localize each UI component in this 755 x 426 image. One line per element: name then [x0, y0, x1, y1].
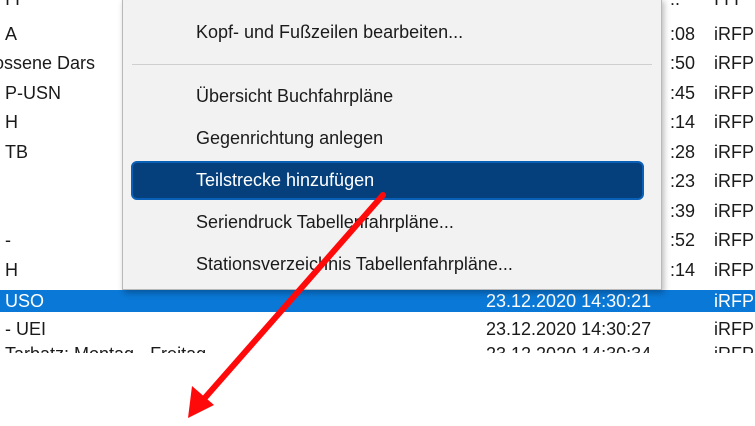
row-source: I I I	[714, 0, 739, 10]
row-name: P-USN	[5, 83, 62, 103]
row-name: H	[5, 260, 18, 280]
row-time: :14	[670, 112, 696, 132]
row-time: :.	[670, 0, 680, 10]
row-source: iRFP	[714, 291, 754, 311]
menu-separator	[132, 64, 652, 65]
list-row-selected[interactable]: USO 23.12.2020 14:30:21 iRFP	[0, 290, 755, 312]
menu-item-stationsverzeichnis-tabellenfahrplaene[interactable]: Stationsverzeichnis Tabellenfahrpläne...	[131, 245, 644, 284]
row-time: :08	[670, 24, 696, 44]
row-time: :28	[670, 142, 696, 162]
row-name: -	[5, 230, 11, 250]
menu-item-teilstrecke-hinzufuegen[interactable]: Teilstrecke hinzufügen	[131, 161, 644, 200]
menu-item-label: Teilstrecke hinzufügen	[196, 170, 375, 190]
list-row[interactable]: Tarbatz: Montag - Freitag 23.12.2020 14:…	[0, 343, 755, 364]
row-source: iRFP	[714, 319, 754, 339]
row-source: iRFP	[714, 171, 754, 191]
row-datetime: 23.12.2020 14:30:27	[486, 319, 652, 339]
row-source: iRFP	[714, 230, 754, 250]
row-source: iRFP	[714, 53, 754, 73]
row-datetime: 23.12.2020 14:30:21	[486, 291, 652, 311]
row-name: - UEI	[5, 319, 47, 339]
row-name: TB	[5, 142, 29, 162]
row-source: iRFP	[714, 201, 754, 221]
row-source: iRFP	[714, 112, 754, 132]
menu-item-label: Übersicht Buchfahrpläne	[196, 86, 394, 106]
row-name: USO	[5, 291, 45, 311]
row-datetime: 23.12.2020 14:30:34	[486, 344, 652, 364]
row-source: iRFP	[714, 24, 754, 44]
menu-item-uebersicht-buchfahrplaene[interactable]: Übersicht Buchfahrpläne	[131, 77, 644, 116]
row-source: iRFP	[714, 260, 754, 280]
row-time: :39	[670, 201, 696, 221]
menu-item-label: Seriendruck Tabellenfahrpläne...	[196, 212, 454, 232]
context-menu: Kopf- und Fußzeilen bearbeiten... Übersi…	[122, 0, 662, 290]
menu-item-label: Gegenrichtung anlegen	[196, 128, 384, 148]
menu-item-gegenrichtung-anlegen[interactable]: Gegenrichtung anlegen	[131, 119, 644, 158]
row-name: I I	[5, 0, 20, 10]
row-source: iRFP	[714, 83, 754, 103]
row-name: ossene Dars	[0, 53, 96, 73]
menu-item-label: Kopf- und Fußzeilen bearbeiten...	[196, 22, 464, 42]
row-source: iRFP	[714, 142, 754, 162]
list-row[interactable]: - UEI 23.12.2020 14:30:27 iRFP	[0, 318, 755, 340]
menu-item-kopf-fusszeilen[interactable]: Kopf- und Fußzeilen bearbeiten...	[131, 13, 644, 52]
row-time: :14	[670, 260, 696, 280]
row-name: Tarbatz: Montag - Freitag	[5, 344, 207, 364]
menu-item-seriendruck-tabellenfahrplaene[interactable]: Seriendruck Tabellenfahrpläne...	[131, 203, 644, 242]
row-source: iRFP	[714, 344, 754, 364]
row-name: H	[5, 112, 18, 132]
row-time: :50	[670, 53, 696, 73]
row-name: A	[5, 24, 18, 44]
row-time: :45	[670, 83, 696, 103]
menu-item-label: Stationsverzeichnis Tabellenfahrpläne...	[196, 254, 513, 274]
row-time: :23	[670, 171, 696, 191]
row-time: :52	[670, 230, 696, 250]
